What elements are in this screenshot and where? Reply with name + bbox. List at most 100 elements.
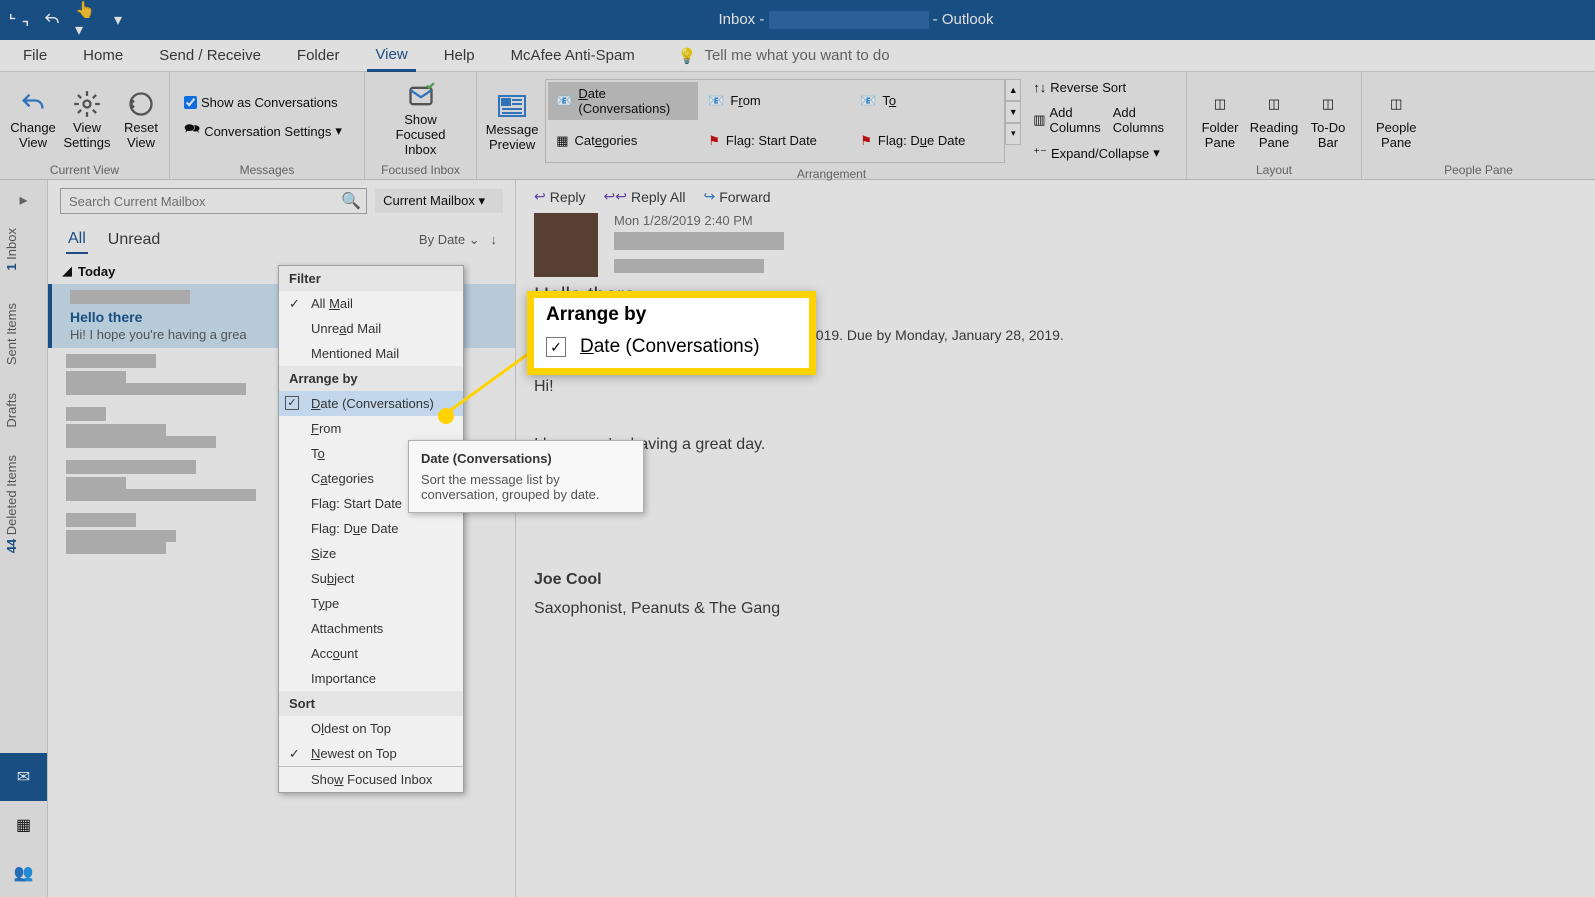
ctx-type[interactable]: Type [279,591,463,616]
show-focused-inbox-button[interactable]: Show Focused Inbox [373,76,468,161]
people-pane-icon: ◫ [1380,88,1412,120]
change-view-icon [17,88,49,120]
callout-checkbox: ✓ [546,337,566,357]
people-pane-button[interactable]: ◫People Pane [1370,84,1422,154]
filter-all[interactable]: All [66,226,88,254]
reset-icon [125,88,157,120]
ctx-unread-mail[interactable]: Unread Mail [279,316,463,341]
categories-icon: ▦ [556,133,568,149]
gear-icon [71,88,103,120]
ctx-size[interactable]: Size [279,541,463,566]
message-date: Mon 1/28/2019 2:40 PM [614,213,784,228]
ctx-all-mail[interactable]: All Mail [279,291,463,316]
conversation-icon: 🗪 [184,120,200,142]
ctx-header-filter: Filter [279,266,463,291]
tooltip-date-conversations: Date (Conversations) Sort the message li… [408,440,644,513]
arrange-categories[interactable]: ▦Categories [548,122,698,160]
sort-icon: ↑↓ [1033,80,1046,95]
reset-view-button[interactable]: Reset View [116,84,166,154]
ctx-newest-on-top[interactable]: Newest on Top [279,741,463,766]
gallery-scroll-down[interactable]: ▼ [1005,101,1021,123]
tab-help[interactable]: Help [436,41,483,70]
ctx-account[interactable]: Account [279,641,463,666]
ctx-show-focused[interactable]: Show Focused Inbox [279,767,463,792]
touch-icon[interactable]: 👆▾ [76,11,94,29]
arrange-date-conversations[interactable]: 📧Date (Conversations) [548,82,698,120]
by-date-dropdown[interactable]: By Date ⌄ ↓ [419,232,497,248]
ctx-date-conversations[interactable]: Date (Conversations) [279,391,463,416]
rail-drafts[interactable]: Drafts [0,379,47,442]
search-scope-dropdown[interactable]: Current Mailbox ▾ [375,189,503,213]
rail-sent-items[interactable]: Sent Items [0,289,47,379]
todo-bar-button[interactable]: ◫To-Do Bar [1303,84,1353,154]
conversation-settings-button[interactable]: 🗪 Conversation Settings ▾ [178,116,348,146]
gallery-more[interactable]: ▾ [1005,123,1021,145]
reply-all-button[interactable]: ↩↩Reply All [604,188,686,205]
lightbulb-icon: 💡 [678,47,697,65]
reverse-sort-button[interactable]: ↑↓Reverse Sort [1027,76,1178,99]
forward-icon: ↪ [703,188,715,205]
qat-customize-icon[interactable]: ▾ [109,11,127,29]
change-view-button[interactable]: Change View [8,84,58,154]
rail-calendar-icon[interactable]: ▦ [0,801,47,849]
mail-icon: 📧 [860,93,876,109]
ctx-subject[interactable]: Subject [279,566,463,591]
reply-button[interactable]: ↩Reply [534,188,586,205]
arrangement-gallery[interactable]: 📧Date (Conversations) 📧From 📧To ▦Categor… [545,79,1005,163]
window-title: Inbox - - Outlook [127,11,1585,29]
arrange-to[interactable]: 📧To [852,82,1002,120]
refresh-icon[interactable] [10,11,28,29]
ctx-oldest-on-top[interactable]: Oldest on Top [279,716,463,741]
add-columns-button[interactable]: ▥Add ColumnsAdd Columns [1027,101,1178,139]
tab-view[interactable]: View [367,40,415,72]
filter-unread: Unread [106,227,162,253]
expand-collapse-button[interactable]: ⁺⁻Expand/Collapse ▾ [1027,141,1178,165]
ribbon: Change View View Settings Reset View Cur… [0,72,1595,180]
arrange-flag-start[interactable]: ⚑Flag: Start Date [700,122,850,160]
rail-deleted-items[interactable]: 44 Deleted Items [0,441,47,571]
group-label-messages: Messages [178,161,356,177]
sender-avatar [534,213,598,277]
expand-rail-button[interactable]: ▸ [0,186,47,214]
arrange-flag-due[interactable]: ⚑Flag: Due Date [852,122,1002,160]
mail-icon: 📧 [556,93,572,109]
group-label-arrangement: Arrangement [485,165,1178,181]
group-label-people-pane: People Pane [1370,161,1587,177]
view-settings-button[interactable]: View Settings [62,84,112,154]
tab-folder[interactable]: Folder [289,41,348,70]
expand-icon: ⁺⁻ [1033,145,1047,161]
show-conversations-checkbox[interactable]: Show as Conversations [178,91,348,114]
reading-pane-button[interactable]: ◫Reading Pane [1249,84,1299,154]
ctx-from[interactable]: From [279,416,463,441]
tab-send-receive[interactable]: Send / Receive [151,41,269,70]
rail-inbox[interactable]: 1 Inbox [0,214,47,289]
callout-arrange-by: Arrange by ✓ Date (Conversations) [527,291,816,375]
search-input[interactable] [61,189,336,213]
ctx-header-arrange: Arrange by [279,366,463,391]
rail-mail-icon[interactable]: ✉ [0,753,47,801]
folder-pane-button[interactable]: ◫Folder Pane [1195,84,1245,154]
arrange-by-context-menu: Filter All Mail Unread Mail Mentioned Ma… [278,265,464,793]
search-icon[interactable]: 🔍 [336,189,366,213]
ctx-flag-due[interactable]: Flag: Due Date [279,516,463,541]
tab-file[interactable]: File [15,41,55,70]
forward-button[interactable]: ↪Forward [703,188,770,205]
title-bar: 👆▾ ▾ Inbox - - Outlook [0,0,1595,40]
tell-me-search[interactable]: 💡 Tell me what you want to do [678,47,890,65]
undo-icon[interactable] [43,11,61,29]
ctx-mentioned-mail[interactable]: Mentioned Mail [279,341,463,366]
flag-icon: ⚑ [860,133,872,149]
message-preview-button[interactable]: Message Preview [485,86,539,156]
ctx-attachments[interactable]: Attachments [279,616,463,641]
tab-home[interactable]: Home [75,41,131,70]
ctx-importance[interactable]: Importance [279,666,463,691]
ctx-header-sort: Sort [279,691,463,716]
gallery-scroll-up[interactable]: ▲ [1005,79,1021,101]
reply-all-icon: ↩↩ [604,188,627,205]
rail-people-icon[interactable]: 👥 [0,849,47,897]
ribbon-tabs: File Home Send / Receive Folder View Hel… [0,40,1595,72]
mail-icon: 📧 [708,93,724,109]
arrange-from[interactable]: 📧From [700,82,850,120]
tab-mcafee[interactable]: McAfee Anti-Spam [503,41,643,70]
search-box[interactable]: 🔍 [60,188,367,214]
